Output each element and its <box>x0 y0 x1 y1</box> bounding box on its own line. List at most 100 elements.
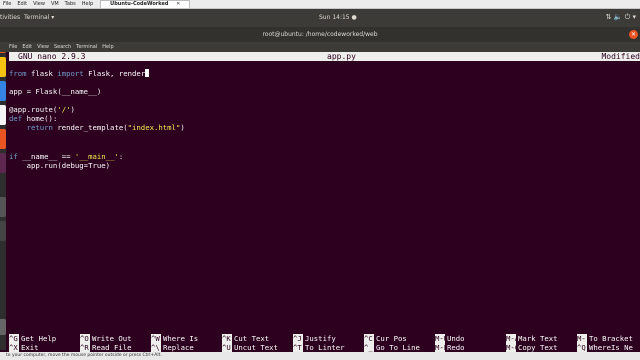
terminal-icon[interactable] <box>0 221 6 241</box>
shortcut-key: ^R <box>80 343 90 352</box>
close-icon[interactable]: ✕ <box>176 1 180 7</box>
shortcut-cur-pos[interactable]: ^C Cur Pos <box>364 334 407 343</box>
terminal-titlebar: root@ubuntu: /home/codeworked/web ✕ <box>0 27 640 42</box>
shortcut-mark-text[interactable]: M-AMark Text <box>506 334 558 343</box>
code-token: '/' <box>57 105 71 114</box>
launcher <box>0 27 6 350</box>
nano-version: GNU nano 2.9.3 <box>18 52 86 61</box>
shortcut-label: Undo <box>447 334 465 343</box>
shortcut-label: Uncut Text <box>234 343 278 352</box>
shortcut-label: Replace <box>163 343 194 352</box>
shortcut-label: Get Help <box>21 334 57 343</box>
vm-menubar: File Edit View VM Tabs Help Ubuntu-CodeW… <box>0 0 640 9</box>
shortcut-read-file[interactable]: ^R Read File <box>80 343 132 352</box>
code-token: ) <box>70 105 75 114</box>
shortcut-key: ^C <box>364 334 374 343</box>
rhythmbox-icon[interactable] <box>0 81 6 101</box>
terminal-menu-view[interactable]: View <box>37 44 49 50</box>
shortcut-go-to-line[interactable]: ^_ Go To Line <box>364 343 420 352</box>
code-token: def <box>9 114 23 123</box>
files-icon[interactable] <box>0 57 6 77</box>
shortcut-key: M-A <box>506 334 520 343</box>
shortcut-label: Cut Text <box>234 334 270 343</box>
shortcut-cut-text[interactable]: ^K Cut Text <box>222 334 269 343</box>
shortcut-to-linter[interactable]: ^T To Linter <box>293 343 345 352</box>
shortcut-label: Exit <box>21 343 39 352</box>
show-apps-icon[interactable] <box>0 319 6 335</box>
shortcut-key: ^W <box>151 334 161 343</box>
ubuntu-top-panel: tivities Terminal ▾ Sun 14:15 ● ⇅ 🔈 ⏻ ▾ <box>0 9 640 27</box>
shortcut-key: ^J <box>293 334 303 343</box>
shortcut-where-is[interactable]: ^W Where Is <box>151 334 198 343</box>
volume-icon: 🔈 <box>613 13 623 21</box>
shortcut-write-out[interactable]: ^O Write Out <box>80 334 132 343</box>
shortcut-key: ^G <box>9 334 19 343</box>
shortcut-label: Where Is <box>163 334 199 343</box>
terminal-menu-file[interactable]: File <box>9 44 17 50</box>
shortcut-get-help[interactable]: ^G Get Help <box>9 334 56 343</box>
code-line: app = Flask(__name__) <box>9 87 102 96</box>
code-line: def home(): <box>9 114 57 123</box>
vm-tab-label: Ubuntu-CodeWorked <box>110 1 169 7</box>
code-line: app.run(debug=True) <box>9 161 111 170</box>
writer-icon[interactable] <box>0 105 6 125</box>
close-icon[interactable]: ✕ <box>629 30 638 39</box>
clock[interactable]: Sun 14:15 ● <box>319 14 357 21</box>
terminal-menu-terminal[interactable]: Terminal <box>76 44 97 50</box>
code-token: home(): <box>22 114 58 123</box>
text-cursor <box>145 69 150 77</box>
shortcut-to-bracket[interactable]: M-]To Bracket <box>577 334 633 343</box>
code-token: render_template( <box>52 123 128 132</box>
terminal-title: root@ubuntu: /home/codeworked/web <box>262 31 378 38</box>
shortcut-key: ^K <box>222 334 232 343</box>
code-token: : <box>118 152 124 161</box>
nano-filename: app.py <box>327 52 356 61</box>
vm-menu-help[interactable]: Help <box>82 1 93 7</box>
shortcut-redo[interactable]: M-ERedo <box>435 343 465 352</box>
system-tray[interactable]: ⇅ 🔈 ⏻ ▾ <box>606 13 636 22</box>
shortcut-label: Redo <box>447 343 465 352</box>
shortcut-key: ^\ <box>151 343 161 352</box>
shortcut-exit[interactable]: ^X Exit <box>9 343 39 352</box>
vm-menu-edit[interactable]: Edit <box>17 1 27 7</box>
vm-menu-view[interactable]: View <box>33 1 45 7</box>
shortcut-key: ^U <box>222 343 232 352</box>
code-token: __name__ == <box>17 152 75 161</box>
vm-menu-tabs[interactable]: Tabs <box>65 1 76 7</box>
nano-shortcut-bar: ^G Get Help ^O Write Out ^W Where Is ^K Cut … <box>9 334 640 352</box>
code-token: '__main__' <box>74 152 119 161</box>
shortcut-replace[interactable]: ^\ Replace <box>151 343 194 352</box>
vm-menu-file[interactable]: File <box>3 1 11 7</box>
shortcut-label: Go To Line <box>376 343 420 352</box>
nano-editor[interactable]: from flask import Flask, render app = Fl… <box>9 69 640 329</box>
vm-tab[interactable]: Ubuntu-CodeWorked ✕ <box>100 0 191 8</box>
terminal-menu-search[interactable]: Search <box>54 44 71 50</box>
shortcut-whereis-next[interactable]: ^Q WhereIs Ne <box>577 343 633 352</box>
shortcut-copy-text[interactable]: M-6Copy Text <box>506 343 558 352</box>
shortcut-key: ^O <box>80 334 90 343</box>
terminal-menu-help[interactable]: Help <box>102 44 113 50</box>
terminal-menu-edit[interactable]: Edit <box>22 44 32 50</box>
code-token: @app.route( <box>9 105 58 114</box>
vm-status-text: to your computer, move the mouse pointer… <box>6 353 162 358</box>
shortcut-key: ^T <box>293 343 303 352</box>
activities-button[interactable]: tivities <box>0 14 20 21</box>
shortcut-key: ^_ <box>364 343 374 352</box>
code-line: @app.route('/') <box>9 105 75 114</box>
shortcut-key: M-E <box>435 343 449 352</box>
help-icon[interactable] <box>0 153 6 173</box>
code-token: from <box>9 69 27 78</box>
power-icon: ⏻ <box>624 13 631 21</box>
code-line: return render_template("index.html") <box>9 123 185 132</box>
shortcut-uncut-text[interactable]: ^U Uncut Text <box>222 343 278 352</box>
software-icon[interactable] <box>0 129 6 149</box>
shortcut-justify[interactable]: ^J Justify <box>293 334 336 343</box>
amazon-icon[interactable] <box>0 197 6 217</box>
shortcut-undo[interactable]: M-UUndo <box>435 334 465 343</box>
app-menu[interactable]: Terminal ▾ <box>24 14 54 21</box>
code-line: if __name__ == '__main__': <box>9 152 123 161</box>
vm-menu-vm[interactable]: VM <box>51 1 59 7</box>
network-icon: ⇅ <box>605 13 612 21</box>
code-line: from flask import Flask, render <box>9 69 150 78</box>
